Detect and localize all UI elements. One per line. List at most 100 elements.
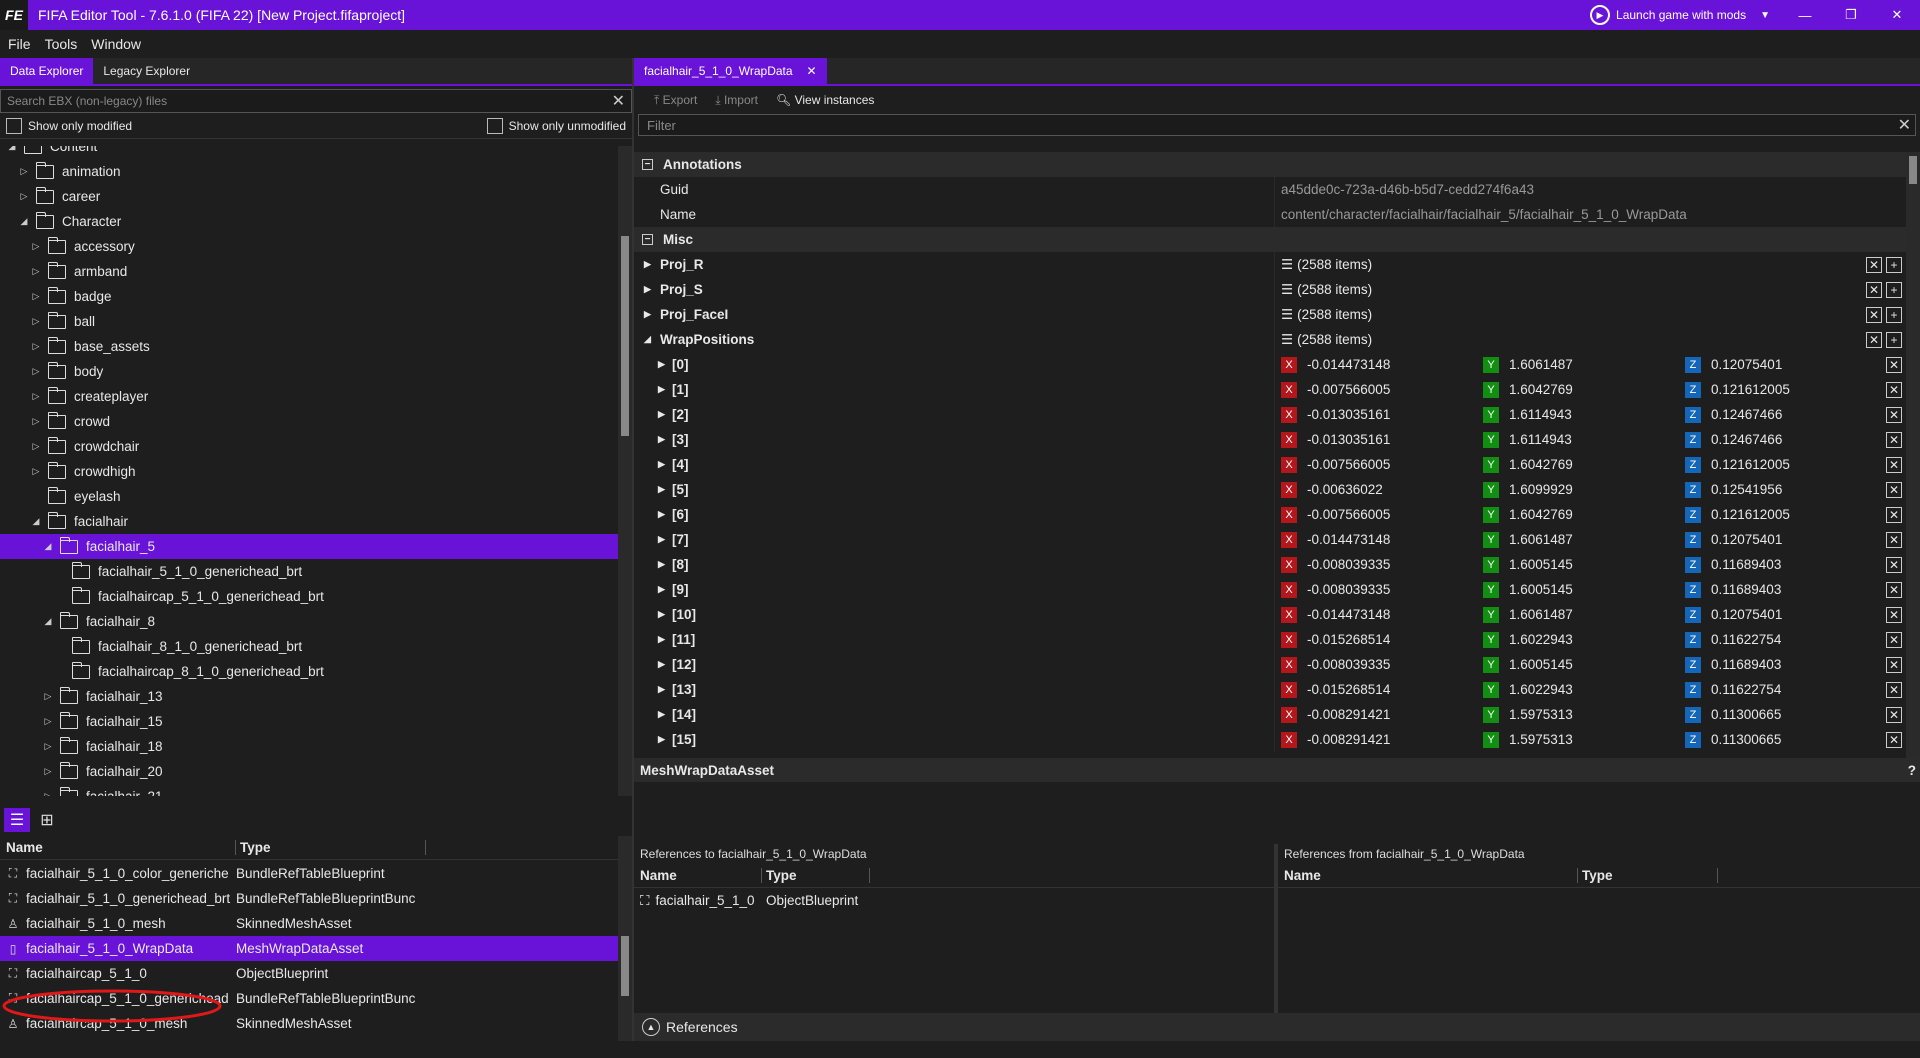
tree-item[interactable]: ▷ facialhair_18 [0,734,618,759]
z-value[interactable]: 0.12541956 [1711,482,1782,497]
vector-row[interactable]: ▶ [12] X -0.008039335 Y 1.6005145 Z 0.11689403 ✕ [634,652,1906,677]
expanded-arrow-icon[interactable]: ◢ [42,616,54,627]
list-item[interactable]: ♙ facialhair_5_1_0_mesh SkinnedMeshAsset [0,911,618,936]
tab-legacy-explorer[interactable]: Legacy Explorer [93,58,200,84]
launch-game-button[interactable]: ▶ Launch game with mods ▼ [1590,5,1770,25]
y-value[interactable]: 1.6099929 [1509,482,1573,497]
collapsed-arrow-icon[interactable]: ▶ [658,434,672,445]
collapsed-arrow-icon[interactable]: ▶ [658,559,672,570]
clear-filter-icon[interactable]: ✕ [1898,115,1911,135]
array-property-row[interactable]: ▶ Proj_R ☰ (2588 items) ✕ + [634,252,1906,277]
tree-item[interactable]: ▷ base_assets [0,334,618,359]
z-value[interactable]: 0.12075401 [1711,532,1782,547]
category-annotations[interactable]: − Annotations [634,152,1906,177]
remove-item-button[interactable]: ✕ [1886,356,1902,373]
property-value[interactable]: content/character/facialhair/facialhair_… [1274,202,1906,227]
collapsed-arrow-icon[interactable]: ▶ [644,284,660,295]
expanded-arrow-icon[interactable]: ◢ [42,541,54,552]
menu-file[interactable]: File [8,36,31,52]
remove-item-button[interactable]: ✕ [1886,606,1902,623]
vector-row[interactable]: ▶ [7] X -0.014473148 Y 1.6061487 Z 0.12075401 ✕ [634,527,1906,552]
tree-item[interactable]: facialhair_5_1_0_generichead_brt [0,559,618,584]
show-unmodified-checkbox[interactable]: Show only unmodified [486,117,626,134]
category-misc[interactable]: − Misc [634,227,1906,252]
collapsed-arrow-icon[interactable]: ▶ [658,359,672,370]
z-value[interactable]: 0.12467466 [1711,407,1782,422]
remove-item-button[interactable]: ✕ [1886,706,1902,723]
add-item-button[interactable]: + [1886,306,1902,323]
collapsed-arrow-icon[interactable]: ▶ [644,259,660,270]
tree-item[interactable]: facialhair_8_1_0_generichead_brt [0,634,618,659]
y-value[interactable]: 1.6061487 [1509,607,1573,622]
collapsed-arrow-icon[interactable]: ▶ [658,459,672,470]
vector-row[interactable]: ▶ [10] X -0.014473148 Y 1.6061487 Z 0.12075401 ✕ [634,602,1906,627]
remove-item-button[interactable]: ✕ [1886,481,1902,498]
remove-item-button[interactable]: ✕ [1886,506,1902,523]
vector-row[interactable]: ▶ [3] X -0.013035161 Y 1.6114943 Z 0.12467466 ✕ [634,427,1906,452]
z-value[interactable]: 0.121612005 [1711,507,1790,522]
z-value[interactable]: 0.11689403 [1711,657,1781,672]
show-modified-checkbox[interactable]: Show only modified [6,117,132,134]
x-value[interactable]: -0.008039335 [1307,657,1390,672]
export-button[interactable]: ⤒ Export [654,93,697,108]
collapsed-arrow-icon[interactable]: ▷ [30,366,42,377]
z-value[interactable]: 0.12467466 [1711,432,1782,447]
ref-row[interactable]: ⛶ facialhair_5_1_0 ObjectBlueprint [634,888,1274,913]
y-value[interactable]: 1.5975313 [1509,732,1573,747]
collapsed-arrow-icon[interactable]: ▷ [30,266,42,277]
collapsed-arrow-icon[interactable]: ▷ [30,291,42,302]
tree-item[interactable]: ▷ ball [0,309,618,334]
z-value[interactable]: 0.11622754 [1711,632,1781,647]
collapsed-arrow-icon[interactable]: ▶ [658,634,672,645]
maximize-button[interactable]: ❐ [1828,0,1874,30]
tree-item[interactable]: eyelash [0,484,618,509]
tree-item[interactable]: ◢ facialhair_5 [0,534,618,559]
expanded-arrow-icon[interactable]: ◢ [6,146,18,152]
grid-scrollbar[interactable] [1906,152,1920,758]
y-value[interactable]: 1.6042769 [1509,382,1573,397]
help-icon[interactable]: ? [1908,763,1916,778]
collapsed-arrow-icon[interactable]: ▶ [644,309,660,320]
z-value[interactable]: 0.11300665 [1711,707,1781,722]
collapsed-arrow-icon[interactable]: ▶ [658,534,672,545]
y-value[interactable]: 1.6005145 [1509,582,1573,597]
remove-item-button[interactable]: ✕ [1886,581,1902,598]
z-value[interactable]: 0.12075401 [1711,357,1782,372]
col-name[interactable]: Name [0,840,236,855]
collapsed-arrow-icon[interactable]: ▷ [42,691,54,702]
y-value[interactable]: 1.6022943 [1509,632,1573,647]
collapsed-arrow-icon[interactable]: ▶ [658,384,672,395]
references-expander[interactable]: ▲ References [634,1013,1920,1041]
collapsed-arrow-icon[interactable]: ▷ [30,416,42,427]
add-item-button[interactable]: + [1886,256,1902,273]
collapsed-arrow-icon[interactable]: ▶ [658,509,672,520]
view-instances-button[interactable]: 🔍︎ View instances [776,93,874,107]
tree-item[interactable]: ◢ Content [0,146,618,159]
y-value[interactable]: 1.6042769 [1509,457,1573,472]
tree-item[interactable]: ▷ facialhair_21 [0,784,618,796]
collapsed-arrow-icon[interactable]: ▶ [658,409,672,420]
collapsed-arrow-icon[interactable]: ▷ [42,766,54,777]
remove-item-button[interactable]: ✕ [1886,431,1902,448]
tree-item[interactable]: ◢ Character [0,209,618,234]
refs-to-col-name[interactable]: Name [634,868,762,883]
tree-item[interactable]: ◢ facialhair [0,509,618,534]
y-value[interactable]: 1.6114943 [1509,407,1572,422]
collapsed-arrow-icon[interactable]: ▶ [658,684,672,695]
y-value[interactable]: 1.6114943 [1509,432,1572,447]
list-view-icon[interactable]: ☰ [4,808,30,832]
z-value[interactable]: 0.11622754 [1711,682,1781,697]
collapsed-arrow-icon[interactable]: ▶ [658,484,672,495]
collapsed-arrow-icon[interactable]: ▷ [30,391,42,402]
clear-array-button[interactable]: ✕ [1866,281,1882,298]
vector-row[interactable]: ▶ [13] X -0.015268514 Y 1.6022943 Z 0.11622754 ✕ [634,677,1906,702]
doc-tab[interactable]: facialhair_5_1_0_WrapData ✕ [634,58,827,84]
x-value[interactable]: -0.014473148 [1307,357,1390,372]
vector-row[interactable]: ▶ [14] X -0.008291421 Y 1.5975313 Z 0.11300665 ✕ [634,702,1906,727]
remove-item-button[interactable]: ✕ [1886,381,1902,398]
collapsed-arrow-icon[interactable]: ▷ [30,441,42,452]
x-value[interactable]: -0.015268514 [1307,682,1390,697]
collapsed-arrow-icon[interactable]: ▷ [18,166,30,177]
tree-item[interactable]: ▷ career [0,184,618,209]
clear-search-icon[interactable]: ✕ [612,91,625,111]
